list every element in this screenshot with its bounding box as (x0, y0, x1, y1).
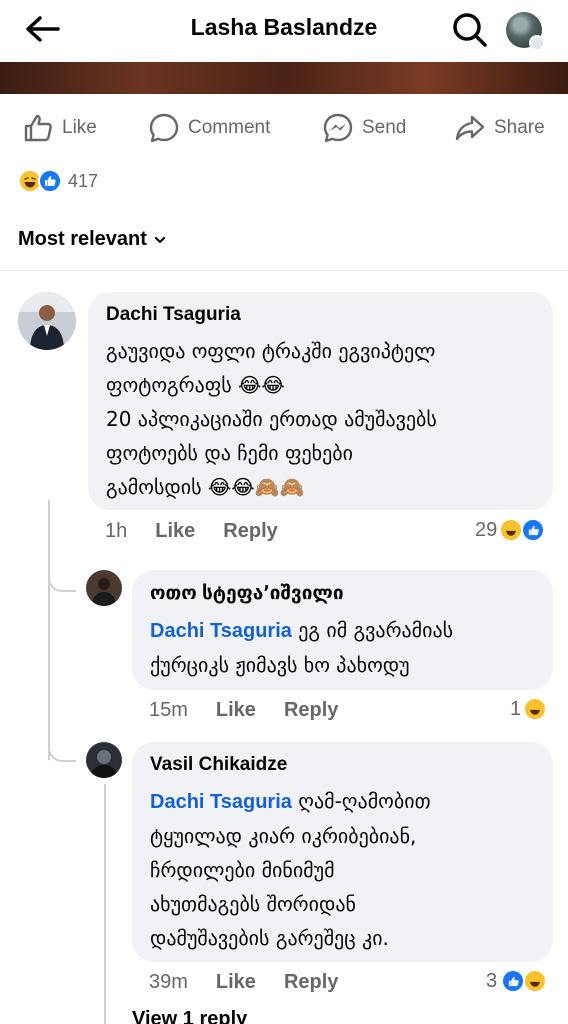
share-icon (455, 115, 485, 141)
comment-bubble[interactable]: Vasil Chikaidze Dachi Tsaguria ღამ-ღამობ… (132, 742, 553, 962)
comment-text: Dachi Tsaguria ღამ-ღამობით ტყუილად კიარ … (150, 784, 535, 955)
share-label: Share (494, 117, 545, 138)
comment-bubble[interactable]: Dachi Tsaguria გაუვიდა ოფლი ტრაკში ეგვიპ… (88, 292, 553, 510)
comment-meta: 15m Like Reply (149, 699, 366, 722)
avatar[interactable] (18, 292, 76, 350)
haha-reaction-icon (523, 697, 548, 721)
comment-text-line: დამუშავების გარეშეც კი. (150, 926, 389, 950)
sort-dropdown[interactable]: Most relevant (18, 228, 167, 251)
search-icon[interactable] (450, 10, 490, 50)
thumbs-up-icon (24, 114, 52, 142)
comment-time: 39m (149, 971, 188, 993)
send-label: Send (362, 117, 407, 138)
comment-reactions[interactable]: 3 (486, 969, 548, 993)
comment-text-line: 20 აპლიკაციაში ერთად ამუშავებს (106, 407, 437, 431)
thread-line (48, 500, 50, 760)
share-button[interactable]: Share (454, 104, 545, 152)
comment-meta: 39m Like Reply (149, 971, 366, 994)
avatar[interactable] (86, 742, 122, 778)
send-button[interactable]: Send (322, 104, 406, 152)
mention-link[interactable]: Dachi Tsaguria (150, 620, 292, 642)
comment-time: 15m (149, 699, 188, 721)
comment-text-line: ჩრდილები მინიმუმ (150, 858, 335, 882)
reaction-count: 417 (68, 170, 99, 191)
comment-reaction-count: 29 (475, 518, 498, 541)
thread-connector (48, 570, 76, 592)
comment-bubble[interactable]: ოთო სტეფა՚იშვილი Dachi Tsaguria ეგ იმ გვ… (132, 570, 553, 690)
comment-reaction-count: 3 (486, 969, 498, 992)
comment-like-button[interactable]: Like (155, 520, 195, 543)
chevron-down-icon (529, 35, 545, 51)
mention-link[interactable]: Dachi Tsaguria (150, 791, 292, 813)
haha-reaction-icon (523, 969, 548, 993)
like-reaction-icon (38, 169, 62, 193)
comment-reply-button[interactable]: Reply (284, 971, 338, 994)
comment-reply-button[interactable]: Reply (223, 520, 277, 543)
top-bar: Lasha Baslandze (0, 0, 568, 60)
comment-reactions[interactable]: 29 (475, 518, 546, 542)
avatar[interactable] (86, 570, 122, 606)
comment-author[interactable]: ოთო სტეფა՚იშვილი (150, 582, 535, 605)
comment-text-line: ქურციკს ჟიმავს ხო პახოდუ (150, 653, 410, 677)
like-button[interactable]: Like (22, 104, 97, 152)
comment-text-line: ფოტოებს და ჩემი ფეხები (106, 441, 353, 465)
comment-text-line: ეგ იმ გვარამიას (291, 618, 454, 642)
comment-meta: 1h Like Reply (105, 520, 306, 543)
comment-text-line: გამოსდის 😂😂🙈🙈 (106, 475, 305, 499)
comment-label: Comment (188, 117, 271, 138)
comment-text-line: ახუთმაგებს შორიდან (150, 892, 356, 916)
comment-icon (149, 113, 179, 143)
comment-like-button[interactable]: Like (216, 971, 256, 994)
haha-reaction-icon (499, 518, 524, 542)
comment-time: 1h (105, 520, 128, 542)
reactions-summary[interactable]: 417 (18, 168, 98, 194)
like-label: Like (62, 117, 97, 138)
profile-avatar-button[interactable] (506, 12, 545, 51)
comment-reaction-count: 1 (510, 697, 522, 720)
view-replies-link[interactable]: View 1 reply (132, 1008, 247, 1024)
person-photo-icon (86, 742, 122, 778)
divider (0, 270, 568, 271)
comment-reactions[interactable]: 1 (510, 697, 548, 721)
comment-author[interactable]: Dachi Tsaguria (106, 304, 535, 326)
comment-reply-button[interactable]: Reply (284, 699, 338, 722)
like-reaction-icon (501, 969, 526, 993)
comment-text: გაუვიდა ოფლი ტრაკში ეგვიპტელ ფოტოგრაფს 😂… (106, 334, 535, 504)
sort-label: Most relevant (18, 228, 147, 250)
person-photo-icon (18, 292, 76, 350)
comment-text: Dachi Tsaguria ეგ იმ გვარამიას ქურციკს ჟ… (150, 613, 535, 682)
person-photo-icon (86, 570, 122, 606)
comment-author[interactable]: Vasil Chikaidze (150, 754, 535, 776)
thread-connector (48, 740, 76, 762)
comment-button[interactable]: Comment (148, 104, 270, 152)
comment-text-line: ფოტოგრაფს 😂😂 (106, 373, 285, 397)
chevron-down-icon (154, 236, 166, 243)
comment-text-line: ღამ-ღამობით (291, 789, 431, 813)
post-image[interactable] (0, 62, 568, 94)
comment-like-button[interactable]: Like (216, 699, 256, 722)
comment-text-line: ტყუილად კიარ იკრიბებიან, (150, 824, 417, 848)
like-reaction-icon (521, 518, 546, 542)
messenger-icon (323, 113, 353, 143)
comment-text-line: გაუვიდა ოფლი ტრაკში ეგვიპტელ (106, 339, 436, 363)
thread-line (104, 784, 106, 1024)
post-actions: Like Comment Send Share (0, 104, 568, 152)
